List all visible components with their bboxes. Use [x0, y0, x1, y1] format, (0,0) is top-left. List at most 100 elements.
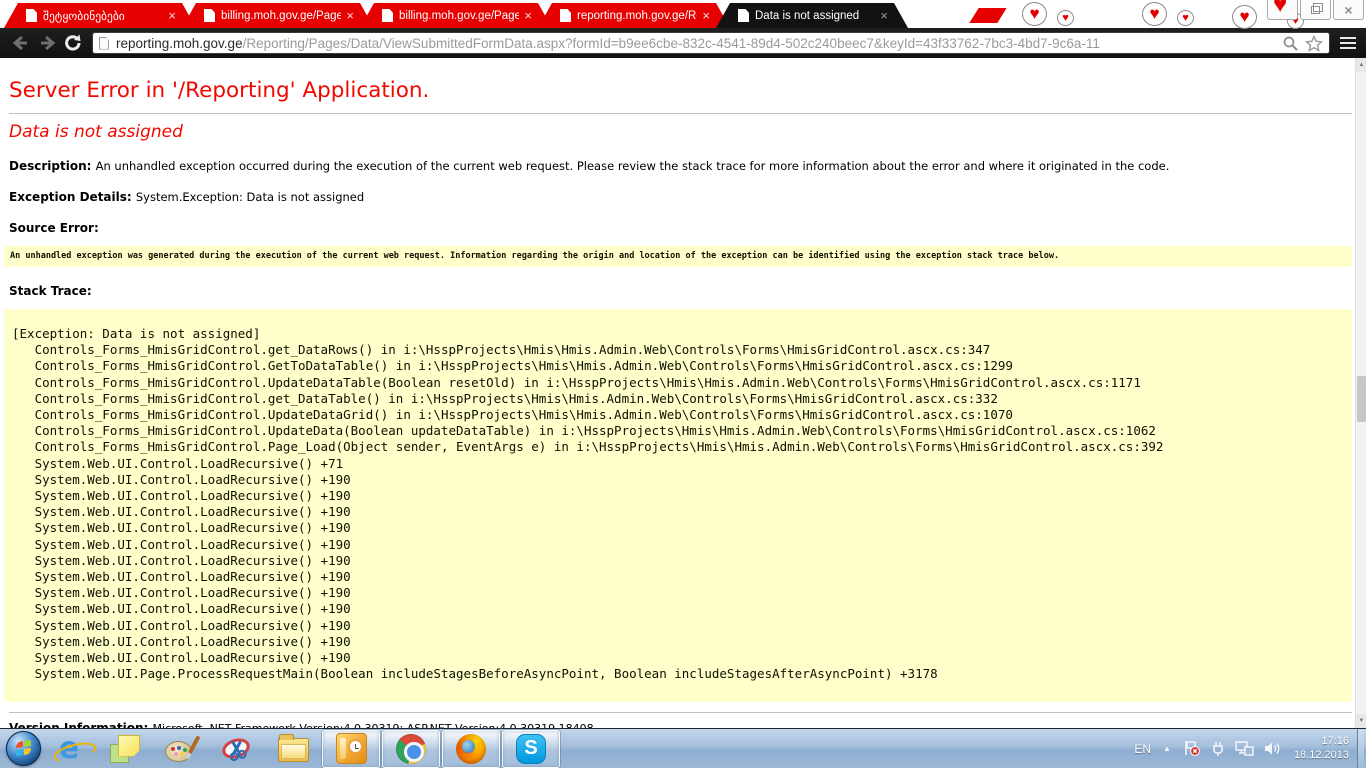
start-button[interactable] [6, 731, 41, 766]
back-button[interactable] [8, 31, 34, 55]
error-title: Server Error in '/Reporting' Application… [9, 78, 1352, 103]
heart-decoration-icon: ♥ [1177, 10, 1194, 26]
taskbar-sticky-notes[interactable] [98, 730, 152, 768]
heart-decoration-icon: ♥ [1022, 2, 1047, 26]
restore-icon [1311, 6, 1320, 14]
show-desktop-button[interactable] [1357, 729, 1364, 768]
language-indicator[interactable]: EN [1134, 742, 1151, 756]
taskbar-paint[interactable] [154, 730, 208, 768]
chrome-menu-icon[interactable] [1340, 34, 1356, 52]
browser-tab-strip: შეტყობინებები × billing.moh.gov.ge/Pages… [0, 0, 1366, 28]
description-text: An unhandled exception occurred during t… [96, 159, 1170, 173]
heart-decoration-icon: ♥ [1057, 10, 1074, 26]
error-page-content: Server Error in '/Reporting' Application… [0, 58, 1366, 728]
page-favicon-icon [26, 9, 37, 22]
address-bar[interactable]: reporting.moh.gov.ge/Reporting/Pages/Dat… [92, 32, 1330, 54]
source-error-label: Source Error: [9, 221, 99, 235]
stack-trace-box: [Exception: Data is not assigned] Contro… [4, 309, 1352, 702]
taskbar-chrome[interactable] [382, 730, 440, 768]
firefox-icon [456, 734, 486, 764]
tab-billing-1[interactable]: billing.moh.gov.ge/Pages × [182, 3, 374, 28]
stack-trace-label: Stack Trace: [9, 284, 92, 298]
reload-icon [63, 33, 83, 53]
close-button[interactable]: × [1333, 0, 1364, 20]
exception-label: Exception Details: [9, 190, 136, 204]
tab-reporting[interactable]: reporting.moh.gov.ge/Rep × [538, 3, 730, 28]
page-icon [99, 37, 109, 50]
restore-button[interactable] [1300, 0, 1331, 20]
tab-label: reporting.moh.gov.ge/Rep [577, 10, 697, 22]
url-text: reporting.moh.gov.ge/Reporting/Pages/Dat… [116, 36, 1278, 51]
power-plug-icon[interactable] [1210, 740, 1226, 757]
browser-toolbar: reporting.moh.gov.ge/Reporting/Pages/Dat… [0, 28, 1366, 58]
tab-billing-2[interactable]: billing.moh.gov.ge/Pages × [360, 3, 552, 28]
taskbar-snipping-tool[interactable] [210, 730, 264, 768]
tab-close-icon[interactable]: × [168, 9, 176, 22]
clock[interactable]: 17:16 18.12.2013 [1294, 735, 1349, 762]
forward-arrow-icon [37, 34, 57, 52]
sticky-notes-icon [110, 735, 140, 763]
back-arrow-icon [11, 34, 31, 52]
page-favicon-icon [738, 9, 749, 22]
action-center-flag-icon[interactable] [1183, 740, 1201, 757]
tab-label: billing.moh.gov.ge/Pages [221, 10, 341, 22]
tab-label: Data is not assigned [755, 10, 875, 22]
time: 17:16 [1321, 735, 1349, 747]
tab-close-icon[interactable]: × [880, 9, 888, 22]
tab-label: billing.moh.gov.ge/Pages [399, 10, 519, 22]
volume-icon[interactable] [1263, 740, 1281, 757]
stack-trace-text: [Exception: Data is not assigned] Contro… [12, 326, 1346, 682]
date: 18.12.2013 [1294, 749, 1349, 761]
scroll-down-icon[interactable]: ▼ [1356, 714, 1366, 728]
reload-button[interactable] [60, 31, 86, 55]
tab-active-error[interactable]: Data is not assigned × [716, 3, 908, 28]
minimize-button[interactable]: ♥ [1267, 0, 1298, 20]
scrollbar-thumb[interactable] [1357, 376, 1366, 422]
stack-trace-line: Stack Trace: [9, 284, 1352, 298]
source-error-box: An unhandled exception was generated dur… [4, 246, 1352, 267]
screen: შეტყობინებები × billing.moh.gov.ge/Pages… [0, 0, 1366, 768]
taskbar-internet-explorer[interactable]: e [42, 730, 96, 768]
page-scrollbar[interactable]: ▲ ▼ [1355, 58, 1366, 728]
taskbar-windows-explorer[interactable] [266, 730, 320, 768]
system-tray: EN ▲ [1134, 729, 1366, 768]
taskbar-outlook[interactable] [322, 730, 380, 768]
forward-button[interactable] [34, 31, 60, 55]
tray-expand-icon[interactable]: ▲ [1163, 744, 1171, 753]
tab-close-icon[interactable]: × [346, 9, 354, 22]
chrome-icon [396, 734, 426, 764]
outlook-icon [336, 733, 367, 764]
taskbar: e S [0, 728, 1366, 768]
tab-messages[interactable]: შეტყობინებები × [4, 3, 196, 28]
tabs-container: შეტყობინებები × billing.moh.gov.ge/Pages… [4, 3, 894, 28]
close-icon: × [1344, 4, 1352, 16]
tab-close-icon[interactable]: × [524, 9, 532, 22]
zoom-icon[interactable] [1282, 35, 1299, 52]
heart-decoration-icon: ♥ [1273, 0, 1287, 19]
snipping-tool-icon [221, 735, 253, 763]
description-line: Description: An unhandled exception occu… [9, 159, 1352, 173]
taskbar-firefox[interactable] [442, 730, 500, 768]
new-tab-button[interactable] [969, 8, 1006, 23]
windows-logo-icon [16, 740, 31, 756]
description-label: Description: [9, 159, 96, 173]
heart-decoration-icon: ♥ [1232, 5, 1257, 29]
page-favicon-icon [382, 9, 393, 22]
bookmark-star-icon[interactable] [1305, 35, 1323, 52]
taskbar-skype[interactable]: S [502, 730, 560, 768]
source-error-text: An unhandled exception was generated dur… [10, 251, 1346, 261]
scroll-up-icon[interactable]: ▲ [1356, 58, 1366, 72]
window-controls: ♥ × [1265, 0, 1364, 20]
paint-icon [165, 735, 197, 763]
tab-close-icon[interactable]: × [702, 9, 710, 22]
divider [9, 113, 1352, 114]
error-subtitle: Data is not assigned [9, 122, 1352, 142]
taskbar-apps: e S [0, 729, 561, 768]
internet-explorer-icon: e [59, 735, 79, 763]
page-favicon-icon [204, 9, 215, 22]
source-error-line: Source Error: [9, 221, 1352, 235]
tab-label: შეტყობინებები [43, 9, 163, 23]
network-icon[interactable] [1235, 740, 1254, 757]
skype-icon: S [516, 734, 546, 764]
exception-text: System.Exception: Data is not assigned [136, 190, 364, 204]
